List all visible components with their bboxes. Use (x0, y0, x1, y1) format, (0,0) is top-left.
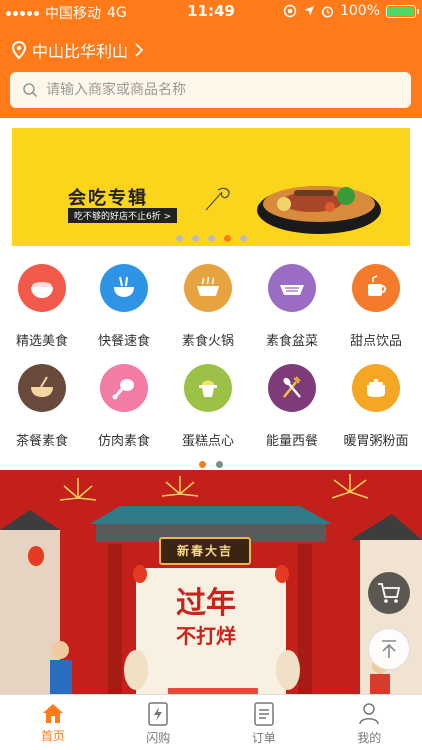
tab-label: 我的 (357, 731, 382, 745)
category-item[interactable]: 茶餐素食 (0, 364, 84, 449)
banner-dot[interactable] (207, 235, 215, 242)
sketch-decoration (205, 187, 230, 211)
promo-sign: 新春大吉 (176, 544, 233, 558)
category-item[interactable]: 甜点饮品 (334, 264, 418, 349)
category-item[interactable]: 快餐速食 (82, 264, 166, 349)
category-item[interactable]: 能量西餐 (250, 364, 334, 449)
search-input[interactable] (46, 82, 376, 98)
location-arrow-icon (303, 6, 314, 16)
promo-banner[interactable]: 新春大吉 过年 不打烊 (0, 470, 422, 694)
banner-dot-active[interactable] (223, 235, 231, 242)
category-pagination (0, 461, 422, 468)
tab-home[interactable]: 首页 (0, 695, 106, 750)
chevron-right-icon (135, 43, 144, 57)
location-selector[interactable]: 中山比华利山 (12, 38, 144, 62)
banner-subtitle: 吃不够的好店不止6折 > (68, 208, 178, 223)
alarm-icon (321, 5, 334, 18)
app-header: 中国移动 4G 11:49 100% 中山比华利山 (0, 0, 422, 118)
tab-label: 订单 (251, 731, 276, 745)
category-page-dot[interactable] (216, 461, 223, 468)
location-label: 中山比华利山 (32, 42, 129, 61)
category-label: 仿肉素食 (97, 434, 150, 449)
tab-flash[interactable]: 闪购 (106, 695, 212, 750)
category-label: 快餐速食 (97, 334, 150, 349)
category-item[interactable]: 精选美食 (0, 264, 84, 349)
category-label: 素食火锅 (181, 334, 234, 349)
category-label: 茶餐素食 (15, 434, 68, 449)
basin-icon (268, 264, 316, 312)
battery-icon (386, 4, 419, 18)
noodle-bowl-image (257, 186, 381, 234)
category-item[interactable]: 素食火锅 (166, 264, 250, 349)
cart-button[interactable] (368, 572, 410, 614)
hotpot-icon (184, 264, 232, 312)
arrow-up-icon (382, 640, 396, 658)
user-icon (359, 703, 379, 725)
flash-icon (148, 702, 168, 726)
category-label: 甜点饮品 (349, 334, 402, 349)
cart-icon (378, 583, 401, 603)
drumstick-icon (100, 364, 148, 412)
home-icon (42, 704, 63, 723)
category-item[interactable]: 暖胃粥粉面 (334, 364, 418, 449)
promo-headline-2: 不打烊 (176, 624, 236, 648)
tab-orders[interactable]: 订单 (211, 695, 317, 750)
category-item[interactable]: 素食盆菜 (250, 264, 334, 349)
battery-percent: 100% (339, 3, 380, 19)
banner-dot[interactable] (175, 235, 183, 242)
back-to-top-button[interactable] (368, 628, 410, 670)
cup-icon (352, 264, 400, 312)
juicer-icon (184, 364, 232, 412)
banner-dot[interactable] (191, 235, 199, 242)
tab-label: 闪购 (146, 731, 171, 745)
category-label: 暖胃粥粉面 (343, 434, 409, 449)
tab-profile[interactable]: 我的 (317, 695, 422, 750)
bowl-rice-icon (18, 264, 66, 312)
search-bar[interactable] (10, 72, 411, 108)
category-label: 素食盆菜 (265, 334, 318, 349)
noodle-bowl-icon (100, 264, 148, 312)
tab-bar: 首页 闪购 订单 我的 (0, 694, 422, 750)
fork-spoon-icon (268, 364, 316, 412)
location-pin-icon (12, 41, 26, 59)
banner-dot[interactable] (239, 235, 247, 242)
category-page-dot-active[interactable] (199, 461, 206, 468)
order-icon (254, 702, 274, 726)
category-label: 能量西餐 (265, 434, 318, 449)
banner-carousel[interactable]: 会吃专辑 吃不够的好店不止6折 > (12, 128, 410, 246)
rotation-lock-icon (283, 4, 297, 18)
status-bar: 中国移动 4G 11:49 100% (0, 0, 422, 24)
category-item[interactable]: 仿肉素食 (82, 364, 166, 449)
category-item[interactable]: 蛋糕点心 (166, 364, 250, 449)
pot-icon (352, 364, 400, 412)
banner-pagination (12, 235, 410, 242)
category-label: 蛋糕点心 (181, 434, 234, 449)
search-icon (23, 83, 38, 98)
soup-icon (18, 364, 66, 412)
tab-label: 首页 (40, 729, 65, 743)
promo-headline: 过年 (176, 586, 236, 621)
category-label: 精选美食 (15, 334, 68, 349)
banner-title: 会吃专辑 (68, 188, 148, 209)
